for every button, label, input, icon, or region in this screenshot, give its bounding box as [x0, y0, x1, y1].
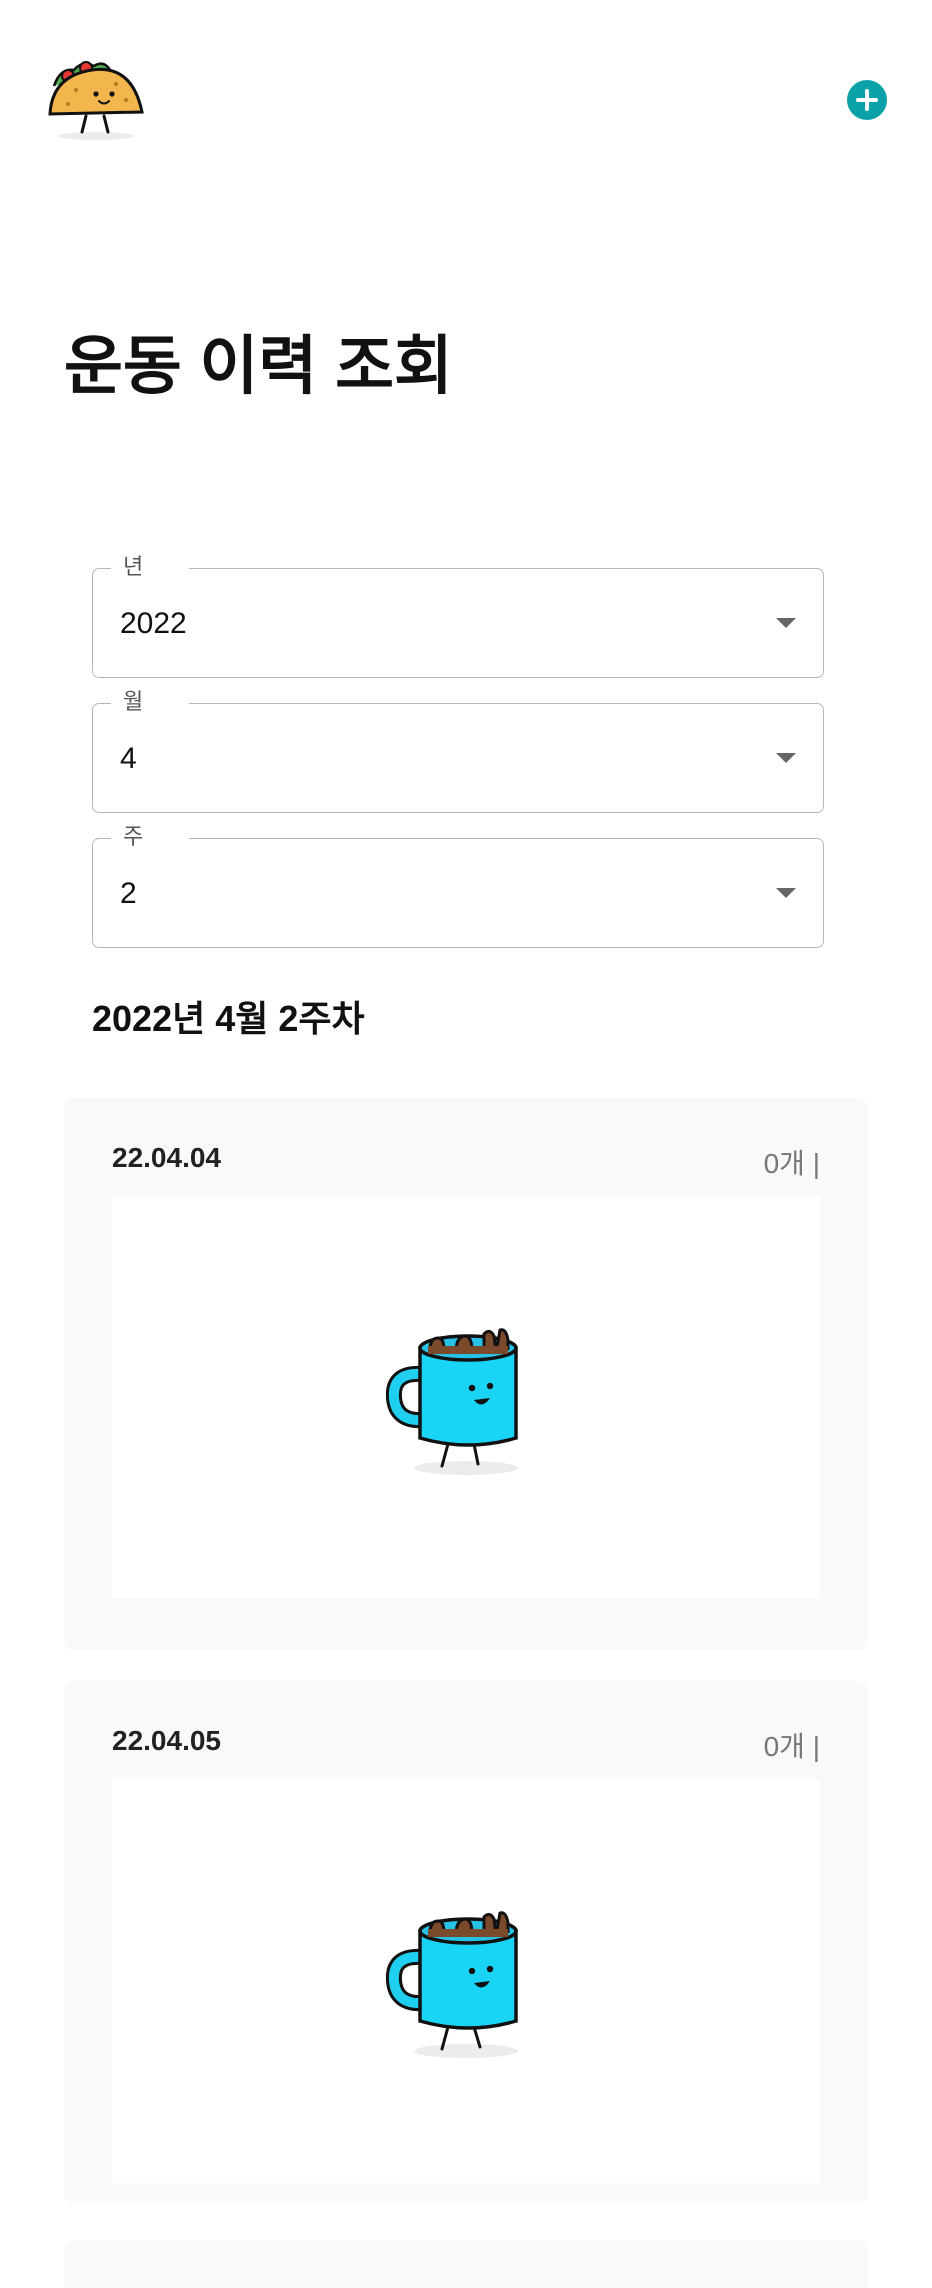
day-card-count: 0개 | [763, 1731, 820, 1762]
year-select-value: 2022 [120, 607, 187, 640]
week-heading: 2022년 4월 2주차 [92, 998, 365, 1039]
year-select-label: 년 [111, 554, 189, 580]
mug-mascot-icon [386, 1911, 518, 2058]
chevron-down-icon [776, 753, 796, 763]
week-select-value: 2 [120, 877, 137, 910]
month-select-value: 4 [120, 742, 137, 775]
day-card[interactable]: 22.04.04 0개 | [64, 1098, 868, 1650]
add-record-button[interactable] [847, 80, 887, 120]
mug-mascot-icon [386, 1328, 518, 1475]
month-select-label: 월 [111, 689, 189, 715]
chevron-down-icon [776, 888, 796, 898]
taco-mascot-icon[interactable] [46, 56, 150, 144]
week-select-label: 주 [111, 824, 189, 850]
month-select[interactable]: 월 4 [92, 689, 824, 813]
app-header [0, 0, 932, 160]
day-card[interactable]: 22.04.05 0개 | [64, 1681, 868, 2203]
day-card-count: 0개 | [763, 1148, 820, 1179]
day-card-date: 22.04.04 [112, 1142, 221, 1173]
year-select[interactable]: 년 2022 [92, 554, 824, 678]
plus-icon [856, 89, 878, 111]
week-select[interactable]: 주 2 [92, 824, 824, 948]
day-card-empty-state [112, 1779, 820, 2183]
day-card-empty-state [112, 1196, 820, 1598]
chevron-down-icon [776, 618, 796, 628]
day-card[interactable] [64, 2240, 868, 2288]
day-card-date: 22.04.05 [112, 1725, 221, 1756]
page-title: 운동 이력 조회 [64, 330, 453, 402]
